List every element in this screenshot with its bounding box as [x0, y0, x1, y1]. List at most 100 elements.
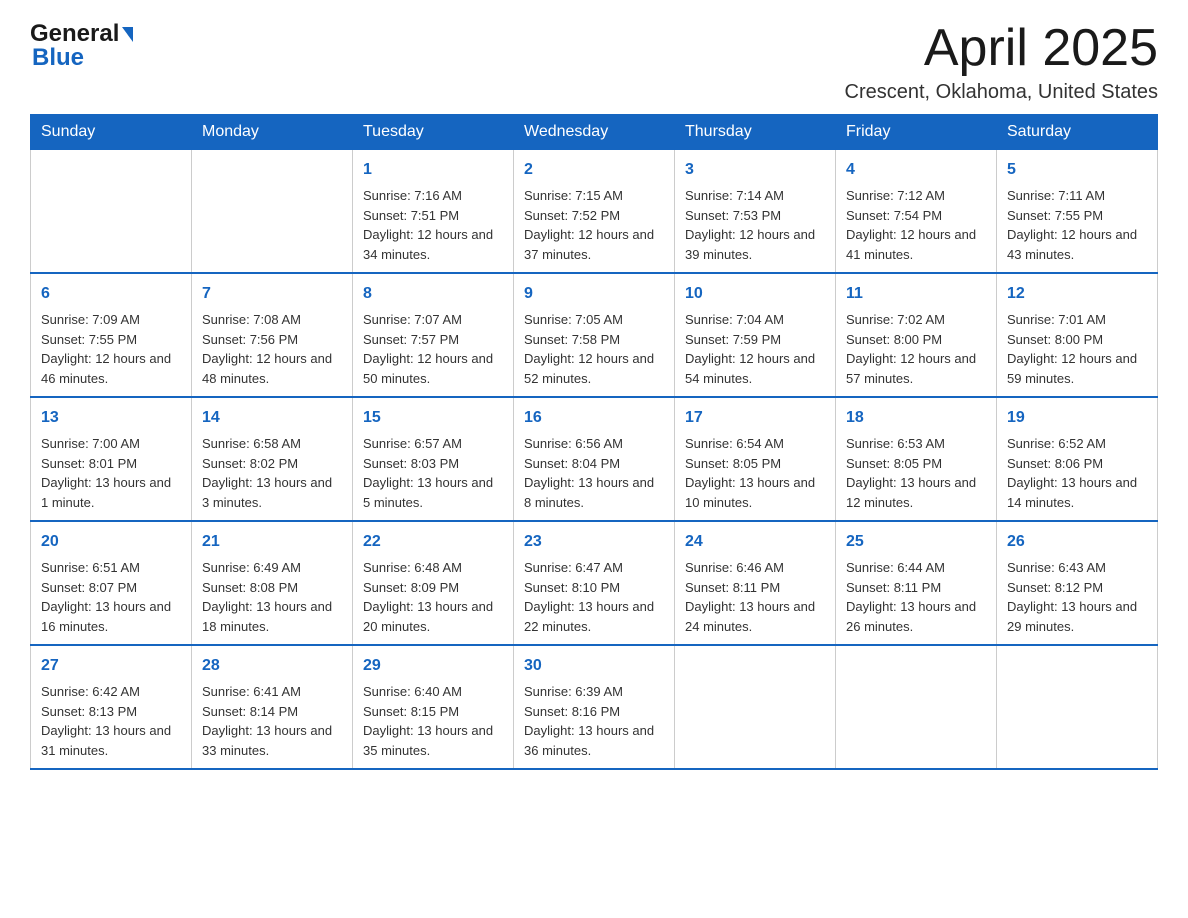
calendar-cell: 20 Sunrise: 6:51 AMSunset: 8:07 PMDayligh…	[31, 521, 192, 645]
calendar-cell: 19Sunrise: 6:52 AMSunset: 8:06 PMDayligh…	[997, 397, 1158, 521]
day-number: 22	[363, 530, 503, 554]
day-info: Sunrise: 7:02 AMSunset: 8:00 PMDaylight:…	[846, 310, 986, 388]
month-title: April 2025	[845, 20, 1158, 77]
day-info: Sunrise: 6:56 AMSunset: 8:04 PMDaylight:…	[524, 434, 664, 512]
week-row-5: 27Sunrise: 6:42 AMSunset: 8:13 PMDayligh…	[31, 645, 1158, 769]
day-number: 7	[202, 282, 342, 306]
calendar-cell: 8 Sunrise: 7:07 AMSunset: 7:57 PMDaylight…	[353, 273, 514, 397]
calendar-cell	[192, 150, 353, 274]
day-number: 5	[1007, 158, 1147, 182]
day-info: Sunrise: 6:47 AMSunset: 8:10 PMDaylight:…	[524, 558, 664, 636]
calendar-cell: 1 Sunrise: 7:16 AMSunset: 7:51 PMDaylight…	[353, 150, 514, 274]
calendar-cell: 17 Sunrise: 6:54 AMSunset: 8:05 PMDayligh…	[675, 397, 836, 521]
day-info: Sunrise: 7:07 AMSunset: 7:57 PMDaylight:…	[363, 310, 503, 388]
day-info: Sunrise: 6:49 AMSunset: 8:08 PMDaylight:…	[202, 558, 342, 636]
day-info: Sunrise: 6:51 AMSunset: 8:07 PMDaylight:…	[41, 558, 181, 636]
day-number: 13	[41, 406, 181, 430]
weekday-header-monday: Monday	[192, 115, 353, 150]
calendar-cell: 6 Sunrise: 7:09 AMSunset: 7:55 PMDaylight…	[31, 273, 192, 397]
week-row-3: 13Sunrise: 7:00 AMSunset: 8:01 PMDayligh…	[31, 397, 1158, 521]
day-number: 26	[1007, 530, 1147, 554]
calendar-cell: 21 Sunrise: 6:49 AMSunset: 8:08 PMDayligh…	[192, 521, 353, 645]
day-number: 24	[685, 530, 825, 554]
day-number: 6	[41, 282, 181, 306]
day-info: Sunrise: 7:12 AMSunset: 7:54 PMDaylight:…	[846, 186, 986, 264]
day-info: Sunrise: 6:39 AMSunset: 8:16 PMDaylight:…	[524, 682, 664, 760]
day-number: 19	[1007, 406, 1147, 430]
calendar-cell: 30 Sunrise: 6:39 AMSunset: 8:16 PMDayligh…	[514, 645, 675, 769]
calendar-cell: 4 Sunrise: 7:12 AMSunset: 7:54 PMDaylight…	[836, 150, 997, 274]
day-number: 28	[202, 654, 342, 678]
day-number: 18	[846, 406, 986, 430]
calendar-header: SundayMondayTuesdayWednesdayThursdayFrid…	[31, 115, 1158, 150]
weekday-header-sunday: Sunday	[31, 115, 192, 150]
calendar-cell: 5 Sunrise: 7:11 AMSunset: 7:55 PMDaylight…	[997, 150, 1158, 274]
day-number: 9	[524, 282, 664, 306]
day-number: 4	[846, 158, 986, 182]
weekday-header-saturday: Saturday	[997, 115, 1158, 150]
day-info: Sunrise: 7:16 AMSunset: 7:51 PMDaylight:…	[363, 186, 503, 264]
calendar-body: 1 Sunrise: 7:16 AMSunset: 7:51 PMDaylight…	[31, 150, 1158, 770]
calendar-cell: 9 Sunrise: 7:05 AMSunset: 7:58 PMDaylight…	[514, 273, 675, 397]
weekday-header-thursday: Thursday	[675, 115, 836, 150]
calendar-cell: 26Sunrise: 6:43 AMSunset: 8:12 PMDayligh…	[997, 521, 1158, 645]
calendar-cell	[836, 645, 997, 769]
calendar-cell	[31, 150, 192, 274]
calendar-cell: 28 Sunrise: 6:41 AMSunset: 8:14 PMDayligh…	[192, 645, 353, 769]
day-number: 15	[363, 406, 503, 430]
day-number: 25	[846, 530, 986, 554]
day-number: 17	[685, 406, 825, 430]
day-info: Sunrise: 7:05 AMSunset: 7:58 PMDaylight:…	[524, 310, 664, 388]
location-subtitle: Crescent, Oklahoma, United States	[845, 81, 1158, 104]
day-number: 1	[363, 158, 503, 182]
day-info: Sunrise: 6:53 AMSunset: 8:05 PMDaylight:…	[846, 434, 986, 512]
day-number: 8	[363, 282, 503, 306]
week-row-2: 6 Sunrise: 7:09 AMSunset: 7:55 PMDaylight…	[31, 273, 1158, 397]
calendar-cell: 22 Sunrise: 6:48 AMSunset: 8:09 PMDayligh…	[353, 521, 514, 645]
weekday-header-row: SundayMondayTuesdayWednesdayThursdayFrid…	[31, 115, 1158, 150]
day-info: Sunrise: 6:54 AMSunset: 8:05 PMDaylight:…	[685, 434, 825, 512]
day-number: 27	[41, 654, 181, 678]
day-number: 16	[524, 406, 664, 430]
day-number: 20	[41, 530, 181, 554]
day-number: 11	[846, 282, 986, 306]
logo: General Blue	[30, 20, 133, 72]
calendar-cell: 18 Sunrise: 6:53 AMSunset: 8:05 PMDayligh…	[836, 397, 997, 521]
day-info: Sunrise: 7:11 AMSunset: 7:55 PMDaylight:…	[1007, 186, 1147, 264]
day-number: 23	[524, 530, 664, 554]
calendar-cell: 15Sunrise: 6:57 AMSunset: 8:03 PMDayligh…	[353, 397, 514, 521]
logo-arrow-icon	[122, 27, 133, 42]
calendar-cell: 2 Sunrise: 7:15 AMSunset: 7:52 PMDaylight…	[514, 150, 675, 274]
day-info: Sunrise: 7:15 AMSunset: 7:52 PMDaylight:…	[524, 186, 664, 264]
day-number: 10	[685, 282, 825, 306]
calendar-cell	[675, 645, 836, 769]
calendar-cell: 25Sunrise: 6:44 AMSunset: 8:11 PMDayligh…	[836, 521, 997, 645]
day-number: 14	[202, 406, 342, 430]
calendar-table: SundayMondayTuesdayWednesdayThursdayFrid…	[30, 114, 1158, 770]
day-info: Sunrise: 7:08 AMSunset: 7:56 PMDaylight:…	[202, 310, 342, 388]
day-number: 21	[202, 530, 342, 554]
day-info: Sunrise: 7:14 AMSunset: 7:53 PMDaylight:…	[685, 186, 825, 264]
week-row-1: 1 Sunrise: 7:16 AMSunset: 7:51 PMDaylight…	[31, 150, 1158, 274]
day-info: Sunrise: 6:46 AMSunset: 8:11 PMDaylight:…	[685, 558, 825, 636]
calendar-cell: 13Sunrise: 7:00 AMSunset: 8:01 PMDayligh…	[31, 397, 192, 521]
weekday-header-friday: Friday	[836, 115, 997, 150]
day-info: Sunrise: 6:48 AMSunset: 8:09 PMDaylight:…	[363, 558, 503, 636]
day-number: 29	[363, 654, 503, 678]
calendar-cell: 16 Sunrise: 6:56 AMSunset: 8:04 PMDayligh…	[514, 397, 675, 521]
calendar-cell: 24 Sunrise: 6:46 AMSunset: 8:11 PMDayligh…	[675, 521, 836, 645]
calendar-cell: 7 Sunrise: 7:08 AMSunset: 7:56 PMDaylight…	[192, 273, 353, 397]
day-number: 30	[524, 654, 664, 678]
day-number: 2	[524, 158, 664, 182]
day-info: Sunrise: 6:41 AMSunset: 8:14 PMDaylight:…	[202, 682, 342, 760]
weekday-header-tuesday: Tuesday	[353, 115, 514, 150]
title-area: April 2025 Crescent, Oklahoma, United St…	[845, 20, 1158, 104]
logo-blue-text: Blue	[32, 44, 84, 72]
week-row-4: 20 Sunrise: 6:51 AMSunset: 8:07 PMDayligh…	[31, 521, 1158, 645]
day-info: Sunrise: 7:01 AMSunset: 8:00 PMDaylight:…	[1007, 310, 1147, 388]
calendar-cell: 14Sunrise: 6:58 AMSunset: 8:02 PMDayligh…	[192, 397, 353, 521]
day-info: Sunrise: 7:09 AMSunset: 7:55 PMDaylight:…	[41, 310, 181, 388]
day-number: 3	[685, 158, 825, 182]
calendar-cell: 27Sunrise: 6:42 AMSunset: 8:13 PMDayligh…	[31, 645, 192, 769]
weekday-header-wednesday: Wednesday	[514, 115, 675, 150]
